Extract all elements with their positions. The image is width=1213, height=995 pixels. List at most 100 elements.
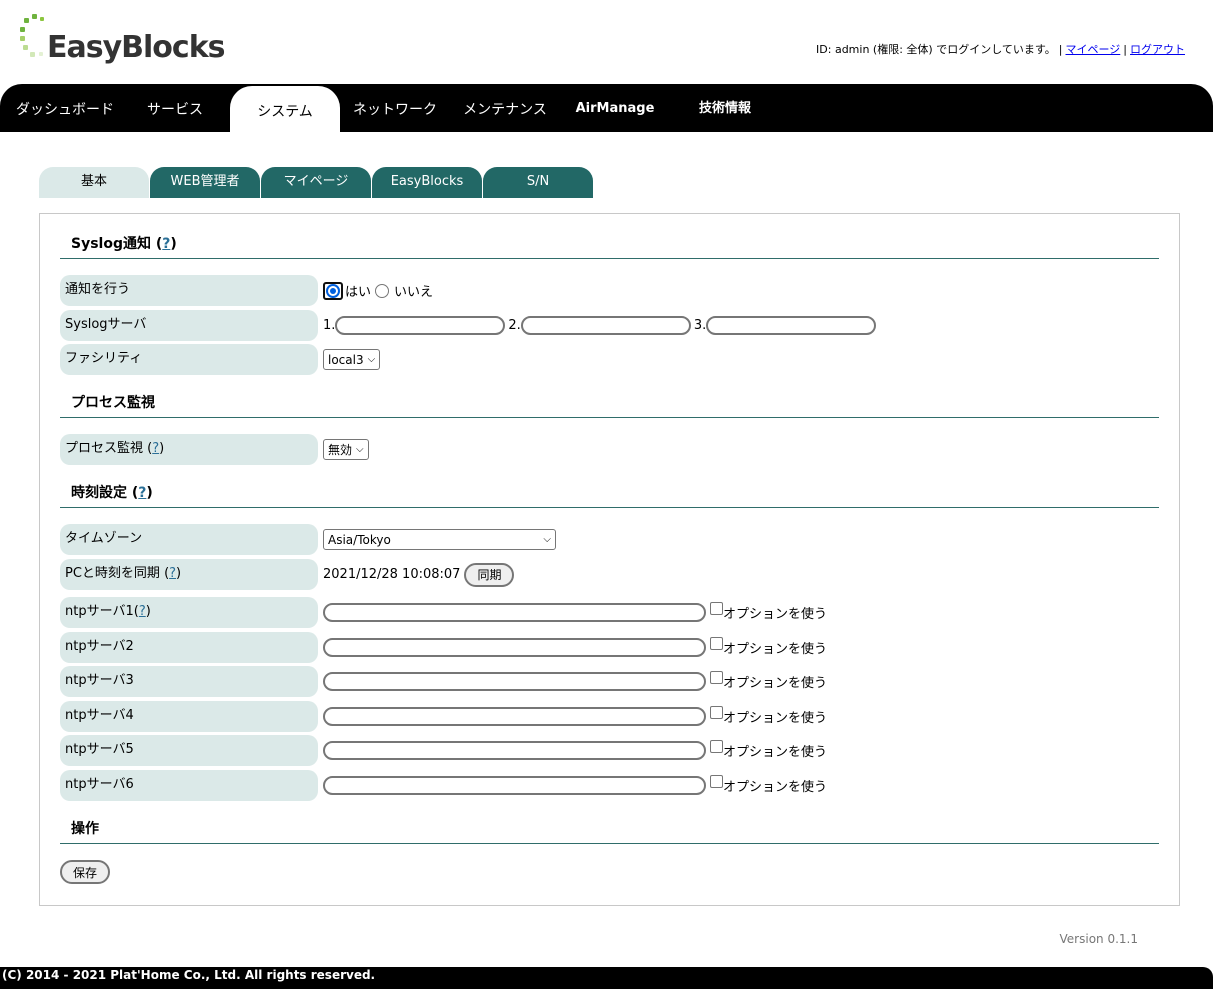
nav-services[interactable]: サービス <box>130 84 220 132</box>
process-monitor-row: プロセス監視 (?) 無効 ⌵ <box>60 434 1159 465</box>
section-operation-title: 操作 <box>60 816 1159 844</box>
ntp-server-4-input[interactable] <box>323 707 706 726</box>
help-paren: ) <box>146 485 153 501</box>
nav-network[interactable]: ネットワーク <box>340 84 450 132</box>
field-label: Syslogサーバ <box>60 310 318 341</box>
field-label: PCと時刻を同期 (?) <box>60 559 318 590</box>
main-nav: ダッシュボード サービス システム ネットワーク メンテナンス AirManag… <box>0 84 1213 132</box>
timezone-selected: Asia/Tokyo <box>328 532 391 547</box>
nav-maintenance[interactable]: メンテナンス <box>450 84 560 132</box>
radio-label-yes: はい <box>345 285 372 300</box>
facility-selected: local3 <box>328 352 364 367</box>
timezone-select[interactable]: Asia/Tokyo ⌵ <box>323 529 556 550</box>
tab-serial-number[interactable]: S/N <box>483 167 593 198</box>
syslog-notify-options: はい いいえ <box>323 275 433 306</box>
option-label: オプションを使う <box>723 745 828 760</box>
ntp-row: ntpサーバ3 オプションを使う <box>60 666 1159 697</box>
ntp-value: オプションを使う <box>323 666 827 697</box>
ntp-help-link[interactable]: ? <box>139 604 146 619</box>
logo-text: EasyBlocks <box>47 30 225 65</box>
ntp-2-option-checkbox[interactable] <box>710 637 723 650</box>
tab-mypage[interactable]: マイページ <box>261 167 371 198</box>
section-title-text: プロセス監視 <box>71 395 155 411</box>
sync-button[interactable]: 同期 <box>464 562 515 587</box>
tab-web-admin[interactable]: WEB管理者 <box>150 167 260 198</box>
ntp-value: オプションを使う <box>323 701 827 732</box>
field-label: ntpサーバ6 <box>60 770 318 801</box>
field-label: ntpサーバ5 <box>60 735 318 766</box>
syslog-server-3-input[interactable] <box>706 316 877 335</box>
logout-link[interactable]: ログアウト <box>1130 41 1185 57</box>
separator: | <box>1058 42 1063 56</box>
ntp-server-3-input[interactable] <box>323 672 706 691</box>
field-label: ntpサーバ1(?) <box>60 597 318 628</box>
nav-airmanage[interactable]: AirManage <box>560 84 670 132</box>
section-process-title: プロセス監視 <box>60 390 1159 418</box>
help-paren: ) <box>145 604 151 619</box>
ntp-4-option-checkbox[interactable] <box>710 706 723 719</box>
nav-system[interactable]: システム <box>230 86 340 132</box>
field-label-text: PCと時刻を同期 <box>65 566 160 581</box>
syslog-server-1-input[interactable] <box>335 316 506 335</box>
logo: EasyBlocks <box>20 12 225 68</box>
field-label: プロセス監視 (?) <box>60 434 318 465</box>
save-button[interactable]: 保存 <box>60 860 111 884</box>
option-label: オプションを使う <box>723 676 828 691</box>
ntp-1-option-checkbox[interactable] <box>710 602 723 615</box>
pc-sync-value: 2021/12/28 10:08:07 同期 <box>323 559 515 590</box>
sync-help-link[interactable]: ? <box>169 566 176 581</box>
ntp-row: ntpサーバ4 オプションを使う <box>60 701 1159 732</box>
field-label: ファシリティ <box>60 344 318 375</box>
section-time-title: 時刻設定 (?) <box>60 480 1159 508</box>
radio-focus-ring <box>323 281 343 300</box>
help-paren: ) <box>159 441 165 456</box>
ntp-server-1-input[interactable] <box>323 603 706 622</box>
radio-label-no: いいえ <box>394 285 434 300</box>
notify-yes-radio[interactable] <box>326 283 340 298</box>
nav-tech-info[interactable]: 技術情報 <box>670 84 780 132</box>
settings-panel: Syslog通知 (?) 通知を行う はい いいえ Syslogサーバ 1. 2… <box>39 213 1180 906</box>
nav-dashboard[interactable]: ダッシュボード <box>0 84 130 132</box>
process-monitor-value: 無効 ⌵ <box>323 434 369 465</box>
ntp-value: オプションを使う <box>323 632 827 663</box>
notify-no-radio[interactable] <box>375 283 390 298</box>
pc-sync-row: PCと時刻を同期 (?) 2021/12/28 10:08:07 同期 <box>60 559 1159 590</box>
timezone-value: Asia/Tokyo ⌵ <box>323 524 556 555</box>
syslog-server-2-input[interactable] <box>520 316 691 335</box>
ntp-server-2-input[interactable] <box>323 638 706 657</box>
facility-select[interactable]: local3 ⌵ <box>323 349 381 370</box>
login-status-text: ID: admin (権限: 全体) でログインしています。 <box>816 43 1056 56</box>
syslog-server-inputs: 1. 2. 3. <box>323 310 877 341</box>
separator: | <box>1123 42 1127 56</box>
ntp-row: ntpサーバ5 オプションを使う <box>60 735 1159 766</box>
ntp-value: オプションを使う <box>323 735 827 766</box>
footer-copyright: (C) 2014 - 2021 Plat'Home Co., Ltd. All … <box>0 967 1213 989</box>
easyblocks-logo-icon <box>20 14 44 57</box>
ntp-row: ntpサーバ6 オプションを使う <box>60 770 1159 801</box>
field-label: ntpサーバ4 <box>60 701 318 732</box>
ntp-server-5-input[interactable] <box>323 741 706 760</box>
option-label: オプションを使う <box>723 711 828 726</box>
section-title-text: 操作 <box>71 821 99 837</box>
chevron-down-icon: ⌵ <box>543 534 551 545</box>
tab-basic[interactable]: 基本 <box>39 167 149 198</box>
ntp-value: オプションを使う <box>323 770 827 801</box>
tab-easyblocks[interactable]: EasyBlocks <box>372 167 482 198</box>
field-label: 通知を行う <box>60 275 318 306</box>
ntp-5-option-checkbox[interactable] <box>710 740 723 753</box>
server-prefix-1: 1. <box>323 318 336 333</box>
section-title-text: Syslog通知 <box>71 236 151 252</box>
timezone-row: タイムゾーン Asia/Tokyo ⌵ <box>60 524 1159 555</box>
server-prefix-2: 2. <box>508 318 521 333</box>
ntp-server-6-input[interactable] <box>323 776 706 795</box>
process-monitor-selected: 無効 <box>328 443 353 457</box>
help-paren: ) <box>176 566 182 581</box>
ntp-3-option-checkbox[interactable] <box>710 671 723 684</box>
field-label: ntpサーバ2 <box>60 632 318 663</box>
process-monitor-select[interactable]: 無効 ⌵ <box>323 439 369 460</box>
ntp-6-option-checkbox[interactable] <box>710 775 723 788</box>
mypage-link[interactable]: マイページ <box>1066 41 1121 57</box>
syslog-notify-row: 通知を行う はい いいえ <box>60 275 1159 306</box>
field-label: ntpサーバ3 <box>60 666 318 697</box>
current-datetime: 2021/12/28 10:08:07 <box>323 567 461 582</box>
